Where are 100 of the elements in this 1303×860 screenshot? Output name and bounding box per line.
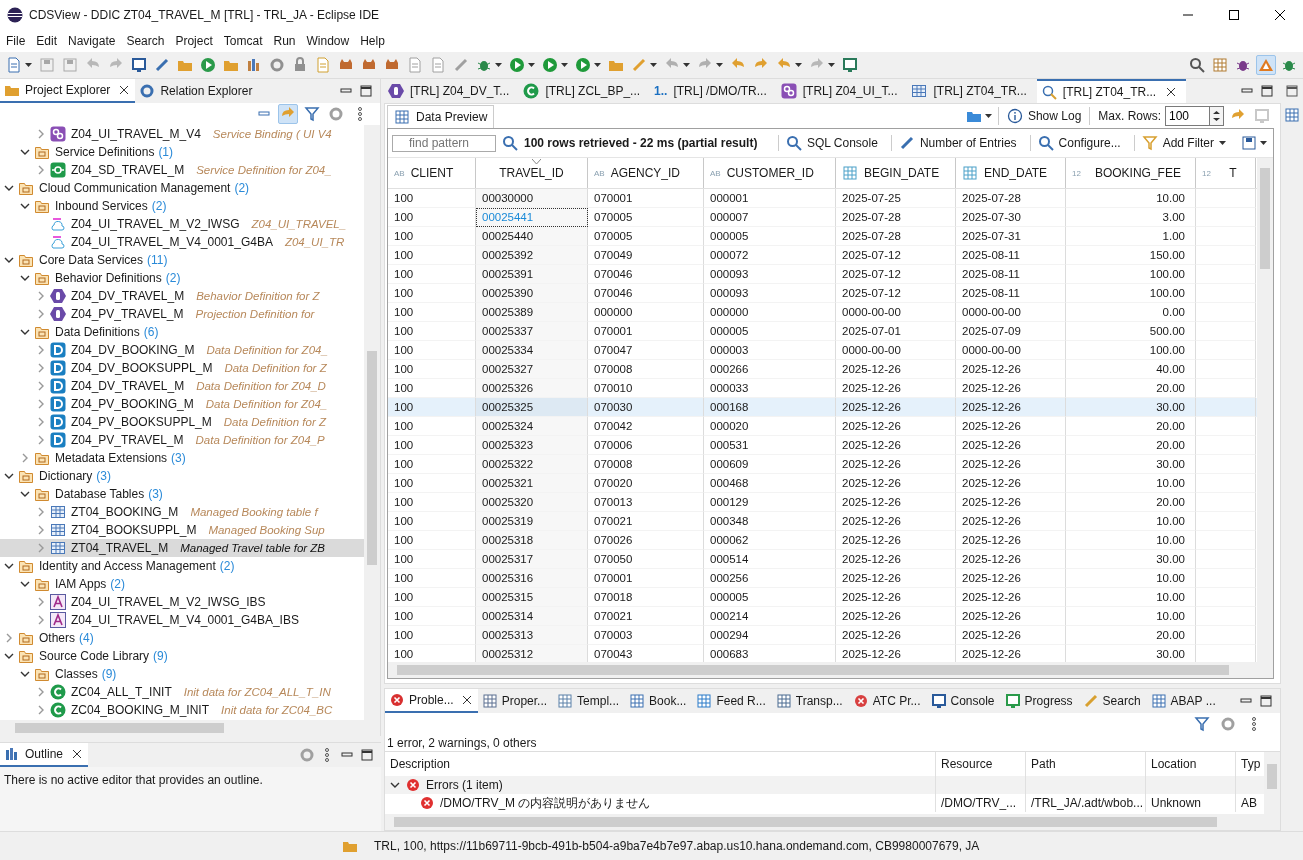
chevron-right-icon[interactable] — [36, 165, 46, 175]
table-row[interactable]: 100 00025337 070001 000005 2025-07-01 2025-07-09 500.00 — [388, 322, 1257, 341]
chevron-down-icon[interactable] — [4, 651, 14, 661]
view-tab[interactable]: Outline — [0, 743, 89, 767]
chevron-right-icon[interactable] — [36, 525, 46, 535]
show-log-button[interactable]: Show Log — [1002, 106, 1086, 126]
menu-item[interactable]: Tomcat — [217, 34, 268, 48]
chevron-down-icon[interactable] — [20, 273, 30, 283]
tree-item[interactable]: Z04_UI_TRAVEL_M_V4_0001_G4BA Z04_UI_TR — [0, 233, 364, 251]
table-row[interactable]: 100 00025327 070008 000266 2025-12-26 2025-12-26 40.00 — [388, 360, 1257, 379]
view-button[interactable] — [1282, 105, 1302, 125]
chevron-down-icon[interactable] — [390, 780, 400, 790]
editor-tab[interactable]: [TRL] ZCL_BP_... — [519, 79, 651, 103]
chevron-down-icon[interactable] — [20, 579, 30, 589]
tree-item[interactable]: Metadata Extensions (3) — [0, 449, 364, 467]
column-header[interactable]: Typ — [1236, 752, 1264, 776]
tree-item[interactable]: Dictionary (3) — [0, 467, 364, 485]
tree-item[interactable]: Classes (9) — [0, 665, 364, 683]
tree-item[interactable]: Z04_DV_BOOKSUPPL_M Data Definition for Z — [0, 359, 364, 377]
chevron-right-icon[interactable] — [36, 687, 46, 697]
menu-item[interactable]: Edit — [30, 34, 63, 48]
editor-tab[interactable]: [TRL] Z04_DV_T... — [384, 79, 520, 103]
column-header[interactable]: END_DATE — [956, 158, 1066, 188]
close-icon[interactable] — [72, 749, 83, 759]
data-preview-tab[interactable]: Data Preview — [387, 104, 495, 128]
tree-item[interactable]: Identity and Access Management (2) — [0, 557, 364, 575]
table-row[interactable]: 100 00025317 070050 000514 2025-12-26 2025-12-26 30.00 — [388, 550, 1257, 569]
scrollbar[interactable] — [388, 662, 1273, 678]
tree-item[interactable]: Z04_PV_BOOKING_M Data Definition for Z04_ — [0, 395, 364, 413]
menu-item[interactable]: Navigate — [62, 34, 121, 48]
tree-item[interactable]: Z04_UI_TRAVEL_M_V2_IWSG_IBS — [0, 593, 364, 611]
column-header[interactable]: 12 BOOKING_FEE — [1066, 158, 1196, 188]
tree-item[interactable]: Core Data Services (11) — [0, 251, 364, 269]
toolbar-button[interactable] — [573, 55, 603, 75]
problem-row[interactable]: /DMO/TRV_M の内容説明がありません /DMO/TRV_... /TRL_JA/.adt/wbob... Unknown AB — [385, 794, 1264, 812]
toolbar-button[interactable]: Add Filter — [1133, 135, 1233, 151]
column-header[interactable]: 12 T — [1196, 158, 1256, 188]
tree-item[interactable]: Service Definitions (1) — [0, 143, 364, 161]
chevron-down-icon[interactable] — [20, 669, 30, 679]
column-header[interactable]: AB CUSTOMER_ID — [704, 158, 836, 188]
toolbar-button[interactable] — [507, 55, 537, 75]
chevron-down-icon[interactable] — [4, 183, 14, 193]
tree-item[interactable]: Cloud Communication Management (2) — [0, 179, 364, 197]
tree-item[interactable]: Z04_DV_TRAVEL_M Behavior Definition for Z — [0, 287, 364, 305]
view-tab[interactable]: Relation Explorer — [135, 79, 259, 103]
table-row[interactable]: 100 00025322 070008 000609 2025-12-26 2025-12-26 30.00 — [388, 455, 1257, 474]
chevron-down-icon[interactable] — [4, 471, 14, 481]
close-icon[interactable] — [1275, 10, 1285, 20]
table-row[interactable]: 100 00025314 070021 000214 2025-12-26 2025-12-26 10.00 — [388, 607, 1257, 626]
tree-item[interactable]: ZC04_BOOKING_M_INIT Init data for ZC04_BC — [0, 701, 364, 719]
chevron-down-icon[interactable] — [20, 201, 30, 211]
view-tab[interactable]: Feed R... — [692, 689, 772, 713]
table-row[interactable]: 100 00025324 070042 000020 2025-12-26 2025-12-26 20.00 — [388, 417, 1257, 436]
table-row[interactable]: 100 00025313 070003 000294 2025-12-26 2025-12-26 20.00 — [388, 626, 1257, 645]
table-row[interactable]: 100 00025334 070047 000003 0000-00-00 0000-00-00 100.00 — [388, 341, 1257, 360]
table-row[interactable]: 100 00025440 070005 000005 2025-07-28 2025-07-31 1.00 — [388, 227, 1257, 246]
chevron-right-icon[interactable] — [36, 129, 46, 139]
scrollbar[interactable] — [385, 814, 1280, 830]
menu-item[interactable]: Project — [169, 34, 218, 48]
table-row[interactable]: 100 00025389 000000 000000 0000-00-00 0000-00-00 0.00 — [388, 303, 1257, 322]
table-row[interactable]: 100 00025325 070030 000168 2025-12-26 2025-12-26 30.00 — [388, 398, 1257, 417]
tree-item[interactable]: ZT04_BOOKING_M Managed Booking table f — [0, 503, 364, 521]
save-button[interactable] — [1239, 133, 1269, 153]
view-tab[interactable]: Console — [926, 689, 1001, 713]
chevron-right-icon[interactable] — [36, 597, 46, 607]
menu-item[interactable]: Window — [300, 34, 355, 48]
chevron-down-icon[interactable] — [20, 489, 30, 499]
menu-item[interactable]: Search — [120, 34, 170, 48]
chevron-right-icon[interactable] — [4, 633, 14, 643]
tree-item[interactable]: Z04_DV_BOOKING_M Data Definition for Z04_ — [0, 341, 364, 359]
chevron-right-icon[interactable] — [36, 381, 46, 391]
menu-item[interactable]: Run — [267, 34, 301, 48]
filter-field[interactable]: find pattern — [392, 134, 496, 152]
table-row[interactable]: 100 00025391 070046 000093 2025-07-12 2025-08-11 100.00 — [388, 265, 1257, 284]
view-tab[interactable]: Project Explorer — [0, 79, 136, 103]
close-icon[interactable] — [461, 695, 472, 705]
chevron-down-icon[interactable] — [4, 255, 14, 265]
table-row[interactable]: 100 00025320 070013 000129 2025-12-26 2025-12-26 20.00 — [388, 493, 1257, 512]
view-tab[interactable]: Progress — [1000, 689, 1079, 713]
tree-item[interactable]: Z04_PV_TRAVEL_M Projection Definition for — [0, 305, 364, 323]
editor-tab[interactable]: [TRL] Z04_UI_T... — [776, 79, 908, 103]
table-row[interactable]: 100 00025316 070001 000256 2025-12-26 2025-12-26 10.00 — [388, 569, 1257, 588]
tree-item[interactable]: ZT04_BOOKSUPPL_M Managed Booking Sup — [0, 521, 364, 539]
chevron-right-icon[interactable] — [36, 309, 46, 319]
table-row[interactable]: 100 00025390 070046 000093 2025-07-12 2025-08-11 100.00 — [388, 284, 1257, 303]
tree-item[interactable]: Database Tables (3) — [0, 485, 364, 503]
filter-button[interactable] — [302, 104, 322, 124]
tree-item[interactable]: Z04_UI_TRAVEL_M_V4_0001_G4BA_IBS — [0, 611, 364, 629]
table-row[interactable]: 100 00030000 070001 000001 2025-07-25 2025-07-28 10.00 — [388, 189, 1257, 208]
chevron-right-icon[interactable] — [36, 291, 46, 301]
view-tab[interactable]: ABAP ... — [1146, 689, 1222, 713]
editor-tab[interactable]: 1.. [TRL] /DMO/TR... — [650, 79, 777, 103]
chevron-right-icon[interactable] — [36, 345, 46, 355]
scrollbar[interactable] — [1264, 752, 1280, 814]
chevron-right-icon[interactable] — [36, 615, 46, 625]
tree-item[interactable]: ZC04_ALL_T_INIT Init data for ZC04_ALL_T_IN — [0, 683, 364, 701]
view-tab[interactable]: Transp... — [771, 689, 849, 713]
chevron-right-icon[interactable] — [36, 543, 46, 553]
filter-button[interactable] — [1192, 714, 1212, 734]
tree-item[interactable]: ZT04_TRAVEL_M Managed Travel table for ZB — [0, 539, 364, 557]
